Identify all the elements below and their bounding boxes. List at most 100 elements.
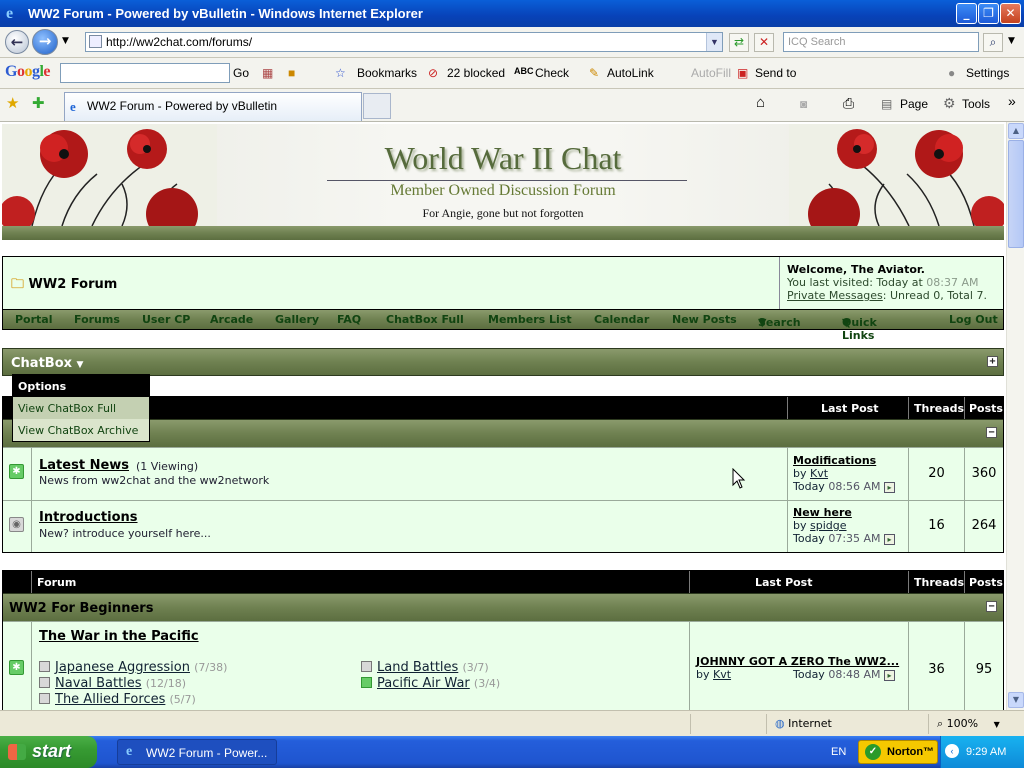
- subforum-link[interactable]: Pacific Air War (3/4): [361, 676, 500, 691]
- go-to-post-icon[interactable]: ▸: [884, 669, 896, 681]
- welcome-panel: Welcome, The Aviator. You last visited: …: [779, 257, 1003, 309]
- language-indicator[interactable]: EN: [831, 746, 846, 758]
- category-title[interactable]: WW2 For Beginners: [9, 601, 153, 616]
- table-header: Forum Last Post Threads Posts: [3, 571, 1003, 593]
- nav-calendar[interactable]: Calendar: [594, 313, 649, 326]
- subforum-link[interactable]: Japanese Aggression (7/38): [39, 660, 227, 675]
- last-post-title[interactable]: Modifications: [793, 454, 876, 467]
- taskbar-item-ie[interactable]: e WW2 Forum - Power...: [117, 739, 277, 765]
- status-bar: ◍ Internet ⌕ 100% ▼: [0, 710, 1024, 736]
- scroll-down-icon[interactable]: ▼: [1008, 692, 1024, 708]
- last-post-user[interactable]: Kvt: [713, 668, 731, 681]
- last-post-user[interactable]: spidge: [810, 519, 847, 532]
- nav-log-out[interactable]: Log Out: [949, 313, 998, 326]
- chatbox-menu-button[interactable]: ChatBox ▼: [11, 356, 83, 371]
- close-button[interactable]: ✕: [1000, 3, 1021, 24]
- forum-banner: World War II Chat Member Owned Discussio…: [2, 124, 1004, 226]
- nav-members-list[interactable]: Members List: [488, 313, 572, 326]
- collapse-icon[interactable]: −: [986, 601, 997, 612]
- private-messages-link[interactable]: Private Messages: [787, 289, 883, 302]
- nav-chatbox-full[interactable]: ChatBox Full: [386, 313, 464, 326]
- search-icon[interactable]: ⌕: [983, 33, 1003, 52]
- home-icon[interactable]: ⌂: [756, 94, 765, 111]
- vertical-scrollbar[interactable]: ▲ ▼: [1006, 122, 1024, 710]
- forum-home-link[interactable]: 🗀 WW2 Forum: [11, 275, 117, 297]
- pagerank-icon[interactable]: ■: [288, 66, 295, 80]
- last-post-info: New here by spidge Today 07:35 AM ▸: [793, 506, 896, 545]
- check-button[interactable]: Check: [535, 66, 569, 80]
- address-dropdown-icon[interactable]: ▼: [706, 33, 722, 51]
- go-to-post-icon[interactable]: ▸: [884, 481, 896, 493]
- new-tab-button[interactable]: [363, 93, 391, 119]
- nav-user-cp[interactable]: User CP: [142, 313, 190, 326]
- forum-row: ◉ Introductions New? introduce yourself …: [3, 500, 1003, 552]
- page-menu-icon: ▤: [881, 97, 893, 111]
- tab-active[interactable]: e WW2 Forum - Powered by vBulletin: [64, 92, 362, 121]
- refresh-icon[interactable]: ⇄: [729, 33, 749, 52]
- scroll-up-icon[interactable]: ▲: [1008, 123, 1024, 139]
- last-post-title[interactable]: JOHNNY GOT A ZERO The WW2...: [696, 655, 899, 668]
- bookmarks-button[interactable]: Bookmarks: [357, 66, 417, 80]
- settings-button[interactable]: Settings: [966, 66, 1009, 80]
- autofill-button[interactable]: AutoFill: [691, 66, 731, 80]
- print-icon[interactable]: ⎙: [843, 95, 854, 112]
- menu-item-view-chatbox-archive[interactable]: View ChatBox Archive: [13, 419, 149, 441]
- last-post-title[interactable]: New here: [793, 506, 852, 519]
- nav-gallery[interactable]: Gallery: [275, 313, 319, 326]
- sendto-button[interactable]: Send to: [755, 66, 796, 80]
- scrollbar-thumb[interactable]: [1008, 140, 1024, 248]
- forward-button[interactable]: →: [32, 29, 58, 55]
- search-options-icon[interactable]: ▼: [1008, 36, 1015, 46]
- subforum-link[interactable]: The Allied Forces (5/7): [39, 692, 196, 707]
- zoom-dropdown-icon: ▼: [993, 720, 1000, 729]
- last-post-user[interactable]: Kvt: [810, 467, 828, 480]
- favorites-star-icon[interactable]: ★: [6, 94, 19, 112]
- window-titlebar[interactable]: e WW2 Forum - Powered by vBulletin - Win…: [0, 0, 1024, 27]
- no-new-posts-icon: ◉: [9, 517, 24, 532]
- subforum-link[interactable]: Naval Battles (12/18): [39, 676, 186, 691]
- settings-icon: ●: [948, 66, 956, 80]
- subforum-icon: [39, 677, 50, 688]
- nav-portal[interactable]: Portal: [15, 313, 53, 326]
- menu-item-view-chatbox-full[interactable]: View ChatBox Full: [13, 397, 149, 419]
- feeds-icon[interactable]: ◙: [800, 97, 807, 111]
- back-button[interactable]: ←: [5, 30, 29, 54]
- category-bar: WW2 For Beginners −: [3, 593, 1003, 621]
- header-last-post: Last Post: [821, 402, 879, 415]
- chatbox-bar[interactable]: ChatBox ▼ +: [2, 348, 1004, 376]
- forum-link[interactable]: Introductions: [39, 510, 138, 525]
- nav-new-posts[interactable]: New Posts: [672, 313, 737, 326]
- restore-button[interactable]: ❐: [978, 3, 999, 24]
- search-dropdown-icon: ▼: [758, 316, 767, 329]
- start-button[interactable]: start: [0, 736, 97, 768]
- nav-arcade[interactable]: Arcade: [210, 313, 253, 326]
- history-dropdown-icon[interactable]: ▼: [62, 36, 69, 46]
- page-menu-button[interactable]: Page: [900, 97, 928, 111]
- forum-link[interactable]: Latest News: [39, 458, 129, 473]
- address-input[interactable]: http://ww2chat.com/forums/ ▼: [85, 32, 723, 52]
- autolink-button[interactable]: AutoLink: [607, 66, 654, 80]
- expand-chatbox-icon[interactable]: +: [987, 356, 998, 367]
- collapse-icon[interactable]: −: [986, 427, 997, 438]
- tools-menu-button[interactable]: Tools: [962, 97, 990, 111]
- chevron-more-icon[interactable]: »: [1008, 93, 1016, 109]
- zoom-control[interactable]: ⌕ 100% ▼: [928, 714, 1008, 734]
- forum-link[interactable]: The War in the Pacific: [39, 629, 199, 644]
- bookmark-toggle-icon[interactable]: ▦: [262, 66, 273, 80]
- stop-icon[interactable]: ✕: [754, 33, 774, 52]
- icq-search-input[interactable]: ICQ Search: [783, 32, 979, 52]
- norton-tray-button[interactable]: ✓ Norton™: [858, 740, 938, 764]
- google-go-button[interactable]: Go: [233, 66, 249, 80]
- clock[interactable]: 9:29 AM: [966, 746, 1006, 758]
- tray-expand-icon[interactable]: ‹: [945, 744, 959, 758]
- subforum-link[interactable]: Land Battles (3/7): [361, 660, 489, 675]
- minimize-button[interactable]: _: [956, 3, 977, 24]
- add-favorite-icon[interactable]: ✚: [32, 94, 45, 112]
- subforum-new-icon: [361, 677, 372, 688]
- nav-forums[interactable]: Forums: [74, 313, 120, 326]
- google-search-input[interactable]: [60, 63, 230, 83]
- popup-blocked-button[interactable]: 22 blocked: [447, 66, 505, 80]
- header-threads: Threads: [914, 576, 965, 589]
- nav-faq[interactable]: FAQ: [337, 313, 361, 326]
- go-to-post-icon[interactable]: ▸: [884, 533, 896, 545]
